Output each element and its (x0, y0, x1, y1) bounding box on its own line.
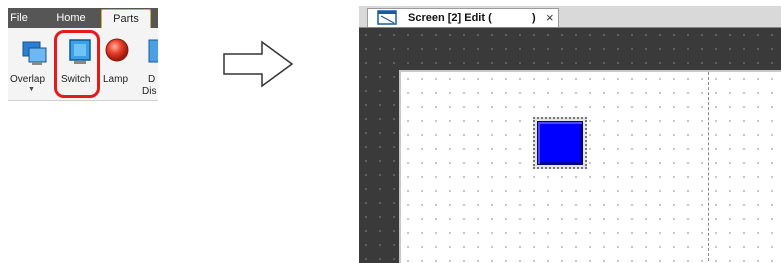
tab-title-suffix: ) (532, 12, 536, 24)
tab-title: Screen [2] Edit ( (408, 12, 492, 24)
overlap-icon (22, 34, 48, 73)
tab-parts[interactable]: Parts (101, 9, 151, 29)
placed-switch-part[interactable] (533, 117, 587, 169)
ribbon-tab-bar: File Home Parts (8, 8, 158, 29)
switch-face (537, 121, 583, 165)
data-display-button[interactable]: D Dis (136, 28, 158, 100)
data-display-label-line2: Dis (142, 86, 157, 97)
screen-boundary-guide (708, 72, 709, 263)
tab-home[interactable]: Home (50, 8, 92, 28)
lamp-button[interactable]: Lamp (100, 28, 134, 100)
lamp-label: Lamp (103, 74, 129, 85)
data-display-label: D (148, 74, 156, 85)
right-arrow-icon (222, 40, 294, 93)
tab-file[interactable]: File (8, 8, 30, 28)
parts-ribbon: File Home Parts Overlap ▼ Switch Lamp D … (8, 8, 158, 101)
screen-editor: Screen [2] Edit ( ) × (359, 6, 781, 263)
tab-screen-edit[interactable]: Screen [2] Edit ( ) × (367, 8, 559, 27)
lamp-icon (105, 34, 129, 73)
editor-workspace[interactable] (359, 27, 781, 263)
overlap-button[interactable]: Overlap ▼ (8, 28, 58, 100)
screen-canvas[interactable] (399, 70, 781, 263)
ribbon-body: Overlap ▼ Switch Lamp D Dis (8, 28, 158, 101)
chevron-down-icon[interactable]: ▼ (28, 86, 35, 93)
switch-highlight (54, 30, 100, 98)
overlap-label: Overlap (10, 74, 46, 85)
data-display-icon (148, 34, 158, 73)
close-icon[interactable]: × (546, 10, 554, 25)
